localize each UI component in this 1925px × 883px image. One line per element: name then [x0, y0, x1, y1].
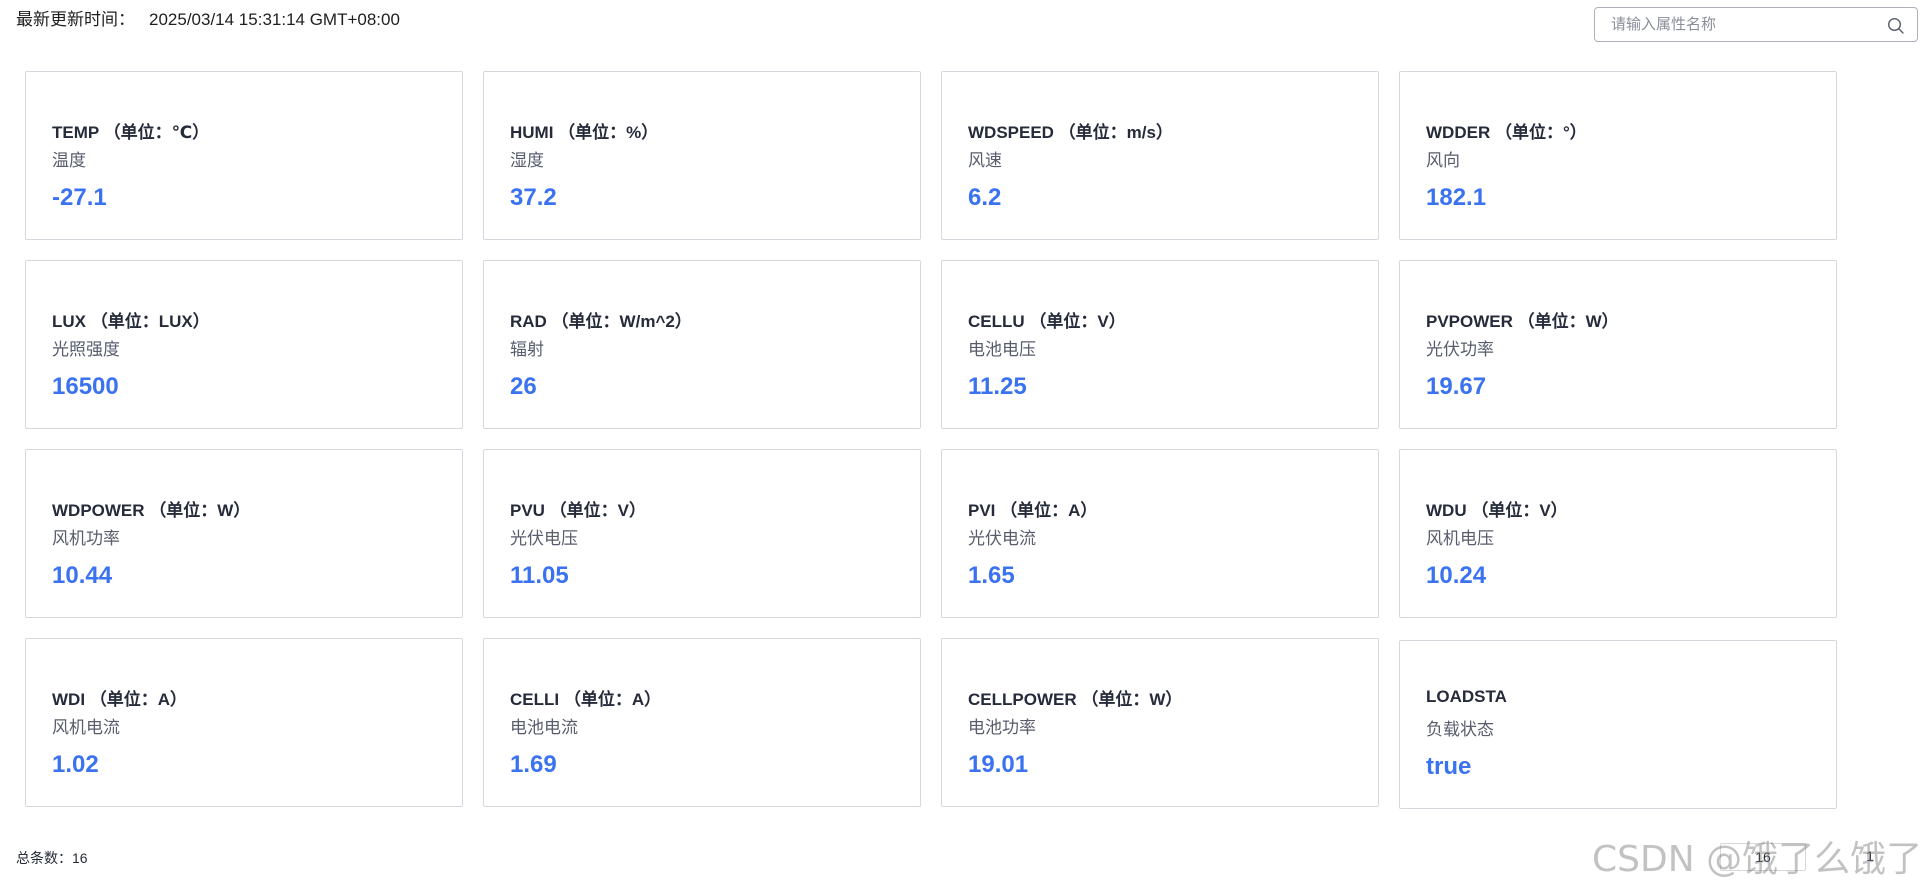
- update-time-bar: 最新更新时间： 2025/03/14 15:31:14 GMT+08:00: [16, 8, 400, 32]
- property-title: RAD （单位：W/m^2）: [510, 312, 692, 331]
- property-value: 182.1: [1426, 184, 1487, 211]
- search-icon[interactable]: [1887, 17, 1905, 35]
- property-title: PVPOWER （单位：W）: [1426, 312, 1619, 331]
- total-count: 总条数：16: [16, 848, 88, 868]
- total-count-label: 总条数：: [16, 850, 72, 866]
- property-card: WDSPEED （单位：m/s） 风速 6.2: [941, 71, 1379, 240]
- property-value: 1.02: [52, 751, 99, 778]
- property-description: 温度: [52, 151, 86, 170]
- property-card: WDI （单位：A） 风机电流 1.02: [25, 638, 463, 807]
- property-description: 风机功率: [52, 529, 120, 548]
- property-title: WDSPEED （单位：m/s）: [968, 123, 1173, 142]
- property-title: PVU （单位：V）: [510, 501, 647, 520]
- property-value: true: [1426, 753, 1472, 780]
- property-title: TEMP （单位：℃）: [52, 123, 210, 142]
- property-card: WDU （单位：V） 风机电压 10.24: [1399, 449, 1837, 618]
- property-description: 辐射: [510, 340, 544, 359]
- search-input[interactable]: [1595, 8, 1891, 41]
- property-description: 光伏电压: [510, 529, 578, 548]
- property-search[interactable]: [1594, 7, 1918, 42]
- total-count-value: 16: [72, 850, 88, 866]
- property-value: 1.65: [968, 562, 1015, 589]
- property-value: 10.44: [52, 562, 113, 589]
- property-value: 26: [510, 373, 537, 400]
- property-description: 光照强度: [52, 340, 120, 359]
- property-card: HUMI （单位：%） 湿度 37.2: [483, 71, 921, 240]
- property-value: 1.69: [510, 751, 557, 778]
- property-value: 37.2: [510, 184, 557, 211]
- property-value: 19.67: [1426, 373, 1487, 400]
- property-description: 风机电压: [1426, 529, 1494, 548]
- property-description: 电池电压: [968, 340, 1036, 359]
- property-title: CELLU （单位：V）: [968, 312, 1126, 331]
- property-card: WDPOWER （单位：W） 风机功率 10.44: [25, 449, 463, 618]
- property-value: 19.01: [968, 751, 1029, 778]
- property-card: WDDER （单位：°） 风向 182.1: [1399, 71, 1837, 240]
- property-card: CELLU （单位：V） 电池电压 11.25: [941, 260, 1379, 429]
- property-value: 11.05: [510, 562, 569, 589]
- property-title: WDU （单位：V）: [1426, 501, 1568, 520]
- property-description: 湿度: [510, 151, 544, 170]
- property-title: WDI （单位：A）: [52, 690, 188, 709]
- property-description: 风向: [1426, 151, 1460, 170]
- property-title: WDDER （单位：°）: [1426, 123, 1587, 142]
- watermark: CSDN @饿了么饿了: [1592, 839, 1923, 880]
- property-title: LUX （单位：LUX）: [52, 312, 210, 331]
- property-description: 风机电流: [52, 718, 120, 737]
- property-card: CELLI （单位：A） 电池电流 1.69: [483, 638, 921, 807]
- property-card: PVPOWER （单位：W） 光伏功率 19.67: [1399, 260, 1837, 429]
- update-time-value: 2025/03/14 15:31:14 GMT+08:00: [149, 10, 400, 29]
- property-title: LOADSTA: [1426, 687, 1507, 706]
- property-description: 电池电流: [510, 718, 578, 737]
- property-description: 电池功率: [968, 718, 1036, 737]
- property-value: 10.24: [1426, 562, 1487, 589]
- property-card: RAD （单位：W/m^2） 辐射 26: [483, 260, 921, 429]
- property-card: PVI （单位：A） 光伏电流 1.65: [941, 449, 1379, 618]
- property-value: -27.1: [52, 184, 107, 211]
- property-card: LUX （单位：LUX） 光照强度 16500: [25, 260, 463, 429]
- property-value: 16500: [52, 373, 119, 400]
- property-card: LOADSTA 负载状态 true: [1399, 640, 1837, 809]
- property-description: 风速: [968, 151, 1002, 170]
- update-time-label: 最新更新时间：: [16, 10, 135, 29]
- property-title: PVI （单位：A）: [968, 501, 1098, 520]
- property-value: 11.25: [968, 373, 1027, 400]
- property-description: 光伏功率: [1426, 340, 1494, 359]
- property-title: HUMI （单位：%）: [510, 123, 659, 142]
- property-description: 负载状态: [1426, 720, 1494, 739]
- property-title: CELLPOWER （单位：W）: [968, 690, 1183, 709]
- property-title: WDPOWER （单位：W）: [52, 501, 251, 520]
- property-value: 6.2: [968, 184, 1002, 211]
- property-card: PVU （单位：V） 光伏电压 11.05: [483, 449, 921, 618]
- property-card: TEMP （单位：℃） 温度 -27.1: [25, 71, 463, 240]
- property-card: CELLPOWER （单位：W） 电池功率 19.01: [941, 638, 1379, 807]
- property-title: CELLI （单位：A）: [510, 690, 662, 709]
- property-description: 光伏电流: [968, 529, 1036, 548]
